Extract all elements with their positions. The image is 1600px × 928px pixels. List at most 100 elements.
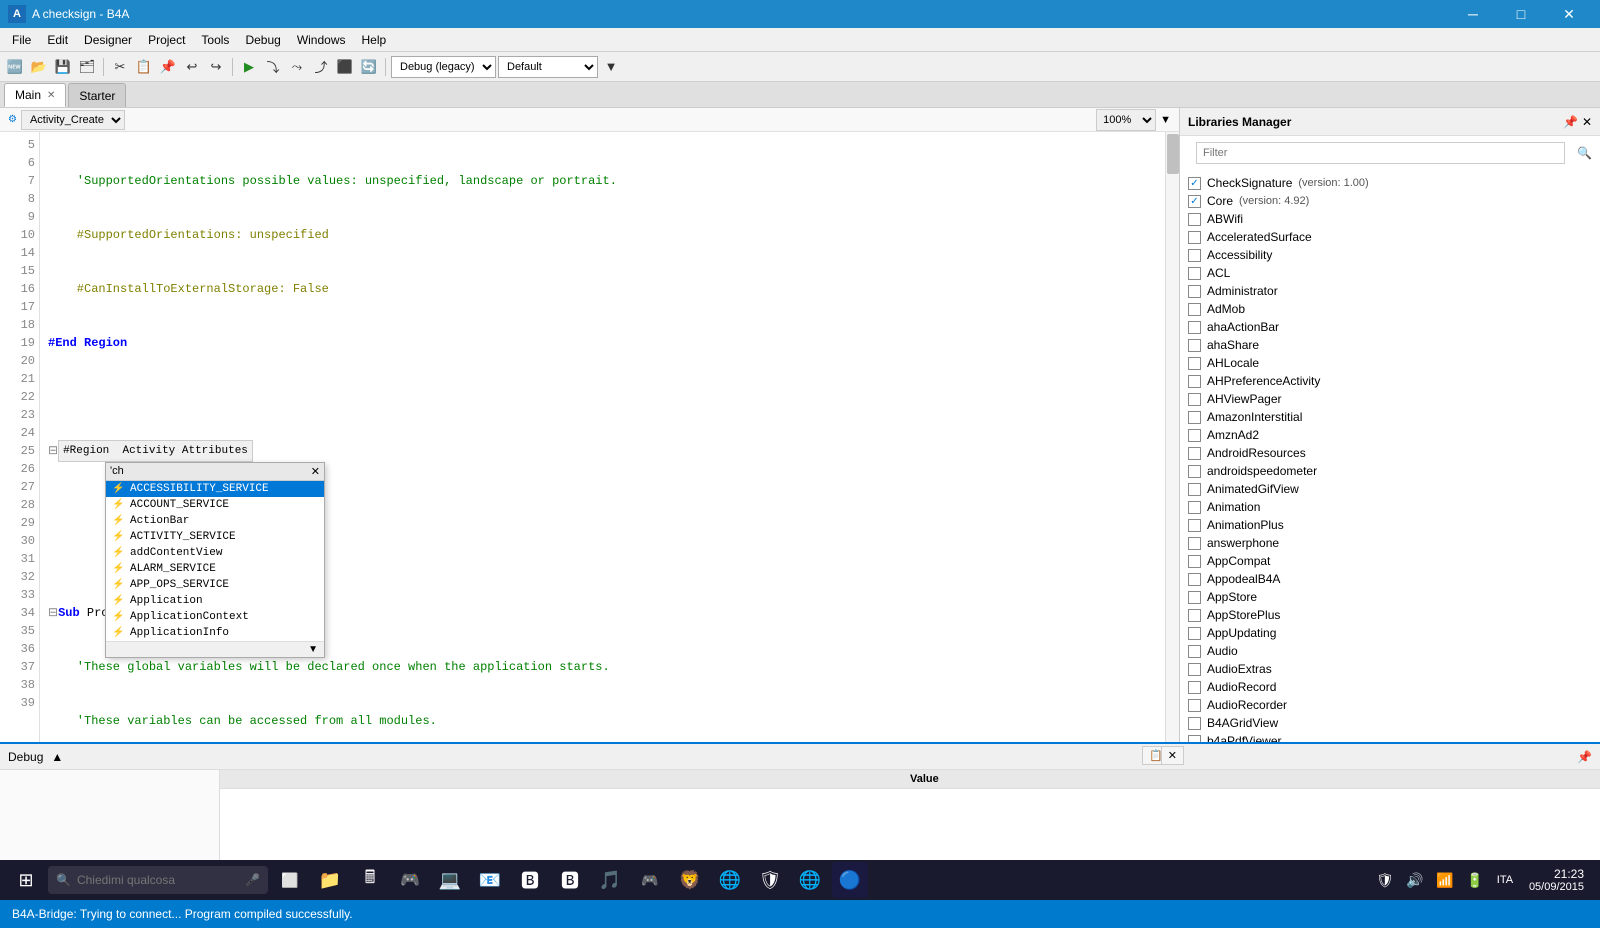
- tab-main[interactable]: Main ✕: [4, 83, 66, 107]
- lib-item-androidspeedometer[interactable]: androidspeedometer: [1180, 462, 1600, 480]
- tb-more[interactable]: ▼: [600, 56, 622, 78]
- code-area[interactable]: 5 6 7 8 9 10 14 15 16 17 18 19 20 21 22: [0, 132, 1179, 742]
- lib-item-appstoreplus[interactable]: AppStorePlus: [1180, 606, 1600, 624]
- lib-checkbox-appstoreplus[interactable]: [1188, 609, 1201, 622]
- lib-checkbox-androidresources[interactable]: [1188, 447, 1201, 460]
- lib-checkbox-abwifi[interactable]: [1188, 213, 1201, 226]
- lib-item-administrator[interactable]: Administrator: [1180, 282, 1600, 300]
- tb-stop[interactable]: ⬛: [334, 56, 356, 78]
- lib-item-ahashare[interactable]: ahaShare: [1180, 336, 1600, 354]
- ac-item-actionbar[interactable]: ⚡ ActionBar: [106, 513, 324, 529]
- tb-step-out[interactable]: ⤴: [310, 56, 332, 78]
- zoom-select[interactable]: 100%: [1096, 109, 1156, 131]
- start-button[interactable]: ⊞: [8, 862, 44, 898]
- ac-item-add-content-view[interactable]: ⚡ addContentView: [106, 545, 324, 561]
- ac-item-app-ops[interactable]: ⚡ APP_OPS_SERVICE: [106, 577, 324, 593]
- lib-item-animatedgifview[interactable]: AnimatedGifView: [1180, 480, 1600, 498]
- menu-project[interactable]: Project: [140, 31, 193, 49]
- lib-item-amznad2[interactable]: AmznAd2: [1180, 426, 1600, 444]
- ac-scroll-down[interactable]: ▼: [302, 642, 324, 657]
- lib-checkbox-ahaactionbar[interactable]: [1188, 321, 1201, 334]
- lib-item-audio[interactable]: Audio: [1180, 642, 1600, 660]
- ac-item-accessibility[interactable]: ⚡ ACCESSIBILITY_SERVICE: [106, 481, 324, 497]
- ac-item-application[interactable]: ⚡ Application: [106, 593, 324, 609]
- lib-checkbox-audioextras[interactable]: [1188, 663, 1201, 676]
- lib-item-androidresources[interactable]: AndroidResources: [1180, 444, 1600, 462]
- lib-checkbox-b4agridview[interactable]: [1188, 717, 1201, 730]
- lib-checkbox-ahviewpager[interactable]: [1188, 393, 1201, 406]
- lib-checkbox-appcompat[interactable]: [1188, 555, 1201, 568]
- lib-checkbox-admob[interactable]: [1188, 303, 1201, 316]
- lib-checkbox-appupdating[interactable]: [1188, 627, 1201, 640]
- lib-checkbox-b4apdfviewer[interactable]: [1188, 735, 1201, 743]
- tab-main-close[interactable]: ✕: [47, 90, 55, 101]
- lib-item-b4apdfviewer[interactable]: b4aPdfViewer: [1180, 732, 1600, 742]
- taskbar-explorer[interactable]: 📁: [312, 862, 348, 898]
- tb-open[interactable]: 📂: [28, 56, 50, 78]
- lib-checkbox-amazoninterstitial[interactable]: [1188, 411, 1201, 424]
- device-select[interactable]: Default: [498, 56, 598, 78]
- lib-checkbox-audio[interactable]: [1188, 645, 1201, 658]
- menu-designer[interactable]: Designer: [76, 31, 140, 49]
- ac-item-alarm[interactable]: ⚡ ALARM_SERVICE: [106, 561, 324, 577]
- taskbar-app2[interactable]: 💻: [432, 862, 468, 898]
- lib-item-amazoninterstitial[interactable]: AmazonInterstitial: [1180, 408, 1600, 426]
- lib-item-abwifi[interactable]: ABWifi: [1180, 210, 1600, 228]
- lib-item-ahlocale[interactable]: AHLocale: [1180, 354, 1600, 372]
- lib-checkbox-acl[interactable]: [1188, 267, 1201, 280]
- tb-run[interactable]: ▶: [238, 56, 260, 78]
- taskbar-app12[interactable]: 🔵: [832, 862, 868, 898]
- lib-checkbox-accessibility[interactable]: [1188, 249, 1201, 262]
- lib-item-appupdating[interactable]: AppUpdating: [1180, 624, 1600, 642]
- lib-item-appstore[interactable]: AppStore: [1180, 588, 1600, 606]
- lib-checkbox-animationplus[interactable]: [1188, 519, 1201, 532]
- tab-starter[interactable]: Starter: [68, 83, 126, 107]
- lib-item-accessibility[interactable]: Accessibility: [1180, 246, 1600, 264]
- ac-item-activity-service[interactable]: ⚡ ACTIVITY_SERVICE: [106, 529, 324, 545]
- lib-checkbox-core[interactable]: ✓: [1188, 195, 1201, 208]
- lib-item-animation[interactable]: Animation: [1180, 498, 1600, 516]
- lib-checkbox-ahlocale[interactable]: [1188, 357, 1201, 370]
- lib-close[interactable]: ✕: [1582, 115, 1592, 129]
- taskbar-task-view[interactable]: ⬜: [272, 862, 308, 898]
- lib-item-appcompat[interactable]: AppCompat: [1180, 552, 1600, 570]
- sub-selector[interactable]: Activity_Create: [21, 110, 125, 130]
- lib-item-admob[interactable]: AdMob: [1180, 300, 1600, 318]
- tb-redo[interactable]: ↪: [205, 56, 227, 78]
- ac-item-app-info[interactable]: ⚡ ApplicationInfo: [106, 625, 324, 641]
- lib-pin[interactable]: 📌: [1563, 115, 1578, 129]
- lib-item-answerphone[interactable]: answerphone: [1180, 534, 1600, 552]
- tb-paste[interactable]: 📌: [157, 56, 179, 78]
- lib-checkbox-androidspeedometer[interactable]: [1188, 465, 1201, 478]
- tray-antivirus[interactable]: 🛡: [1371, 866, 1399, 894]
- taskbar-app1[interactable]: 🎮: [392, 862, 428, 898]
- editor-scrollbar[interactable]: [1165, 132, 1179, 742]
- lib-item-animationplus[interactable]: AnimationPlus: [1180, 516, 1600, 534]
- lib-checkbox-appodealb4a[interactable]: [1188, 573, 1201, 586]
- lib-item-core[interactable]: ✓ Core (version: 4.92): [1180, 192, 1600, 210]
- lib-checkbox-amznad2[interactable]: [1188, 429, 1201, 442]
- tray-volume[interactable]: 🔊: [1401, 866, 1429, 894]
- lib-search-icon[interactable]: 🔍: [1577, 146, 1592, 160]
- lib-item-ahaactionbar[interactable]: ahaActionBar: [1180, 318, 1600, 336]
- lib-item-b4agridview[interactable]: B4AGridView: [1180, 714, 1600, 732]
- lib-item-audiorecorder[interactable]: AudioRecorder: [1180, 696, 1600, 714]
- lib-item-audioextras[interactable]: AudioExtras: [1180, 660, 1600, 678]
- taskbar-app4[interactable]: 🅱: [512, 862, 548, 898]
- menu-file[interactable]: File: [4, 31, 39, 49]
- ac-item-app-context[interactable]: ⚡ ApplicationContext: [106, 609, 324, 625]
- autocomplete-dropdown[interactable]: 'ch ✕ ⚡ ACCESSIBILITY_SERVICE ⚡ ACCOUNT_…: [105, 462, 325, 658]
- taskbar-app7[interactable]: 🎮: [632, 862, 668, 898]
- tb-undo[interactable]: ↩: [181, 56, 203, 78]
- lib-item-acceleratedsurface[interactable]: AcceleratedSurface: [1180, 228, 1600, 246]
- taskbar-app8[interactable]: 🦁: [672, 862, 708, 898]
- tb-save[interactable]: 💾: [52, 56, 74, 78]
- lib-checkbox-animation[interactable]: [1188, 501, 1201, 514]
- menu-windows[interactable]: Windows: [289, 31, 354, 49]
- tb-new[interactable]: 🆕: [4, 56, 26, 78]
- ac-item-account[interactable]: ⚡ ACCOUNT_SERVICE: [106, 497, 324, 513]
- taskbar-app9[interactable]: 🌐: [712, 862, 748, 898]
- tb-copy[interactable]: 📋: [133, 56, 155, 78]
- lib-checkbox-appstore[interactable]: [1188, 591, 1201, 604]
- taskbar-app10[interactable]: 🛡: [752, 862, 788, 898]
